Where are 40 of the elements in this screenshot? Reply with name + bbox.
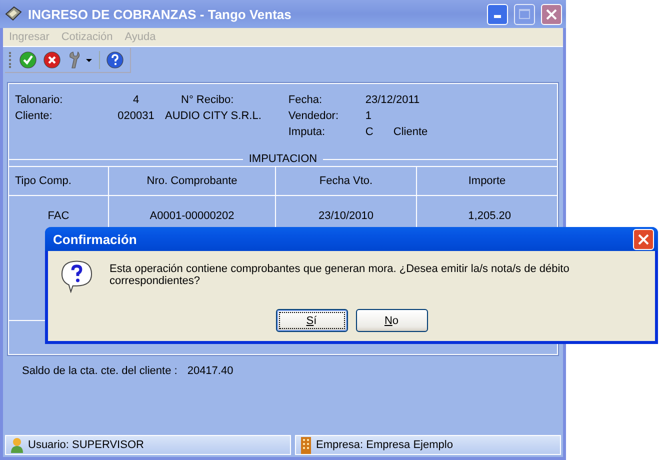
column-header: Importe — [416, 167, 557, 196]
column-header: Fecha Vto. — [275, 167, 416, 196]
close-icon — [546, 8, 557, 20]
user-icon — [10, 437, 24, 453]
field-label: Cliente: — [15, 110, 54, 122]
field-label: N° Recibo: — [180, 94, 235, 106]
help-icon[interactable] — [106, 50, 124, 68]
balance-value: 20417.40 — [187, 365, 234, 377]
field-value: 4 — [132, 94, 140, 106]
field-value: C — [365, 126, 374, 138]
balance-label: Saldo de la cta. cte. del cliente : — [22, 365, 178, 377]
field-label: Fecha: — [288, 94, 324, 106]
dialog-button[interactable]: Sí — [276, 309, 348, 332]
minimize-button[interactable] — [487, 4, 508, 24]
column-header: Tipo Comp. — [9, 167, 108, 196]
close-button[interactable] — [541, 4, 562, 24]
close-button[interactable] — [633, 228, 654, 250]
field-label: Vendedor: — [288, 110, 340, 122]
field-value: 020031 — [116, 110, 156, 122]
column-header: Nro. Comprobante — [108, 167, 275, 196]
field-value: Cliente — [393, 126, 428, 138]
close-icon — [638, 234, 649, 244]
field-label: Talonario: — [15, 94, 64, 106]
status-text: Usuario: SUPERVISOR — [28, 439, 144, 451]
status-text: Empresa: Empresa Ejemplo — [316, 439, 453, 451]
field-value: 1 — [365, 110, 372, 122]
window-title: INGRESO DE COBRANZAS - Tango Ventas — [28, 6, 292, 22]
building-icon — [300, 436, 312, 454]
dialog-button[interactable]: No — [356, 309, 428, 332]
field-value: AUDIO CITY S.R.L. — [165, 110, 262, 122]
check-icon[interactable] — [19, 50, 37, 68]
section-title: IMPUTACION — [248, 153, 318, 165]
question-icon — [60, 259, 94, 293]
cancel-icon[interactable] — [43, 50, 61, 68]
field-label: Imputa: — [288, 126, 326, 138]
table-cell-text: FAC — [46, 209, 70, 224]
wrench-icon[interactable] — [67, 50, 93, 68]
field-value: 23/12/2011 — [365, 94, 421, 106]
maximize-icon — [519, 9, 530, 19]
dialog-message: Esta operación contiene comprobantes que generan mora. ¿Desea emitir la/s nota/s de débito correspondientes? — [110, 262, 570, 289]
